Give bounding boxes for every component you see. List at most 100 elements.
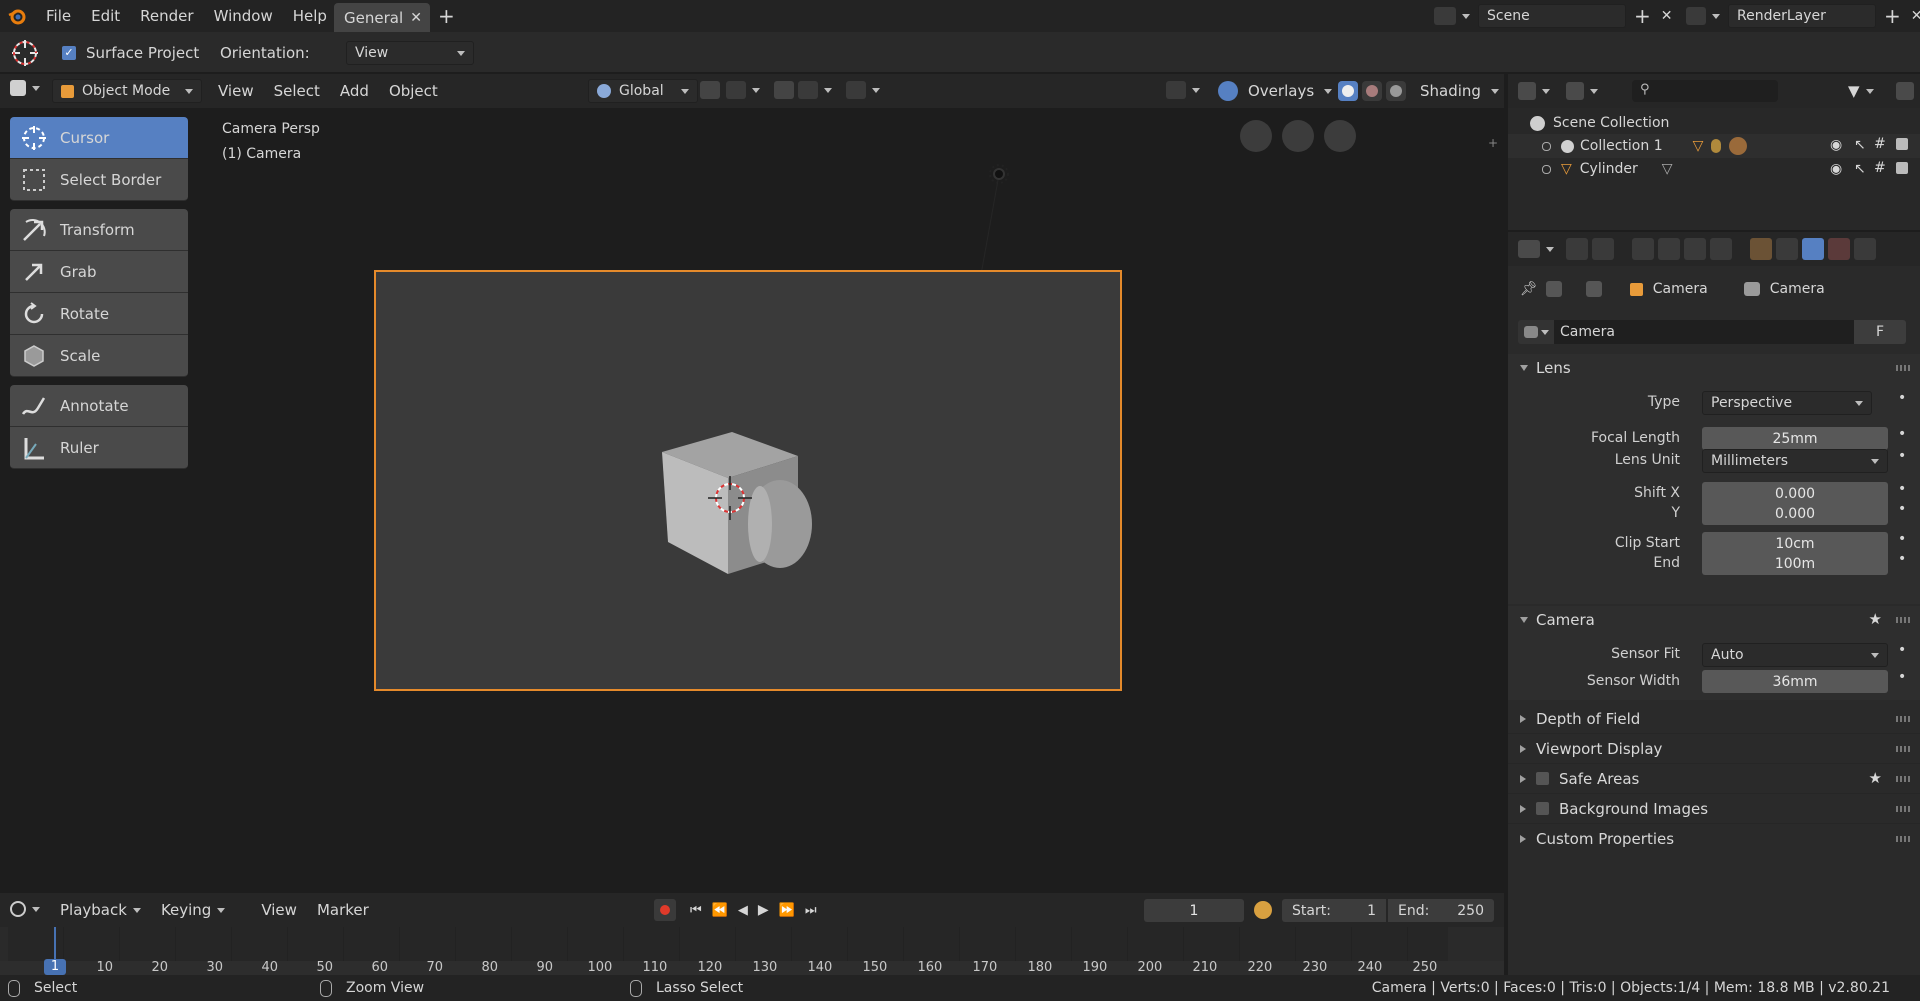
jump-keyframe-back-icon[interactable]: ⏪ [712, 903, 728, 918]
tool-select-border[interactable]: Select Border [10, 159, 188, 201]
camera-browse-dropdown[interactable] [1518, 320, 1554, 344]
tool-grab[interactable]: Grab [10, 251, 188, 293]
menu-timeline-view[interactable]: View [251, 901, 307, 919]
keyframe-dot-icon[interactable]: • [1898, 642, 1906, 658]
renderlayer-selector[interactable]: RenderLayer + ✕ [1686, 4, 1920, 28]
surface-project-checkbox[interactable]: ✓ [62, 46, 76, 60]
timeline-editor-type[interactable] [10, 901, 40, 917]
keyframe-dot-icon[interactable]: • [1898, 448, 1906, 464]
timeline-area[interactable]: 1 10 20 30 40 50 60 70 80 90 100 110 120 130 140 150 16… [0, 927, 1504, 975]
clip-end-field[interactable]: 100m [1702, 552, 1888, 575]
depth-of-field-panel[interactable]: Depth of Field [1508, 704, 1920, 734]
drag-handle-icon[interactable] [1896, 836, 1910, 842]
camera-data-tab-icon[interactable] [1802, 238, 1824, 260]
type-dropdown[interactable]: Perspective [1702, 391, 1872, 415]
tool-tab-icon[interactable] [1566, 238, 1588, 260]
render-tab-icon[interactable] [1592, 238, 1614, 260]
tool-ruler[interactable]: Ruler [10, 427, 188, 469]
tool-scale[interactable]: Scale [10, 335, 188, 377]
safe-areas-panel[interactable]: Safe Areas ★ [1508, 764, 1920, 794]
disable-viewport-icon[interactable]: # [1874, 160, 1886, 176]
outliner-row-scene-collection[interactable]: Scene Collection [1530, 112, 1669, 134]
solid-shading-icon[interactable] [1338, 81, 1358, 101]
custom-properties-panel[interactable]: Custom Properties [1508, 824, 1920, 853]
overlays-dropdown[interactable]: Overlays [1218, 79, 1333, 103]
add-workspace-icon[interactable]: + [438, 6, 455, 26]
physics-tab-icon[interactable] [1854, 238, 1876, 260]
jump-keyframe-forward-icon[interactable]: ⏩ [779, 903, 795, 918]
selectable-arrow-icon[interactable]: ↖ [1854, 137, 1866, 153]
menu-edit[interactable]: Edit [81, 7, 130, 25]
expand-icon[interactable] [1542, 141, 1551, 151]
new-scene-icon[interactable]: + [1634, 4, 1651, 28]
expand-icon[interactable] [1542, 164, 1551, 174]
datablock-name-field[interactable]: Camera [1554, 320, 1854, 344]
transform-orientation-dropdown[interactable]: Global [588, 79, 698, 103]
tool-transform[interactable]: Transform [10, 209, 188, 251]
renderlayer-icon[interactable] [1686, 7, 1706, 25]
preview-range-icon[interactable] [1254, 901, 1272, 919]
material-shading-icon[interactable] [1362, 81, 1382, 101]
world-tab-icon[interactable] [1710, 238, 1732, 260]
record-icon[interactable] [654, 899, 676, 921]
background-images-panel[interactable]: Background Images [1508, 794, 1920, 824]
camera-object[interactable] [660, 430, 830, 584]
keyframe-dot-icon[interactable]: • [1898, 501, 1906, 517]
keyframe-dot-icon[interactable]: • [1898, 669, 1906, 685]
falloff-icon[interactable] [798, 81, 818, 99]
camera-view-icon[interactable] [1240, 120, 1272, 152]
menu-file[interactable]: File [36, 7, 81, 25]
filter-dropdown[interactable]: ▼ [1848, 82, 1874, 100]
object-tab-icon[interactable] [1750, 238, 1772, 260]
rendered-shading-icon[interactable] [1386, 81, 1406, 101]
scene-selector[interactable]: Scene + ✕ [1434, 4, 1673, 28]
drag-handle-icon[interactable] [1896, 806, 1910, 812]
tool-rotate[interactable]: Rotate [10, 293, 188, 335]
outliner-search-input[interactable]: ⚲ [1632, 80, 1778, 102]
selectable-arrow-icon[interactable]: ↖ [1854, 161, 1866, 177]
gizmo-toggle[interactable] [1166, 81, 1200, 99]
sensor-width-field[interactable]: 36mm [1702, 670, 1888, 693]
blender-logo-icon[interactable] [8, 7, 26, 25]
drag-handle-icon[interactable] [1896, 746, 1910, 752]
viewport-sidebar-toggle-icon[interactable]: + [1488, 136, 1498, 150]
fake-user-button[interactable]: F [1854, 320, 1906, 344]
close-tab-icon[interactable]: ✕ [410, 10, 422, 26]
pan-view-icon[interactable] [1282, 120, 1314, 152]
keyframe-dot-icon[interactable]: • [1898, 481, 1906, 497]
render-camera-icon[interactable] [1896, 138, 1908, 150]
drag-handle-icon[interactable] [1896, 365, 1910, 371]
viewport-display-panel[interactable]: Viewport Display [1508, 734, 1920, 764]
menu-add[interactable]: Add [330, 82, 379, 100]
pivot-icon[interactable] [700, 81, 720, 99]
play-reverse-icon[interactable]: ◀ [738, 903, 748, 918]
menu-view[interactable]: View [208, 82, 264, 100]
visibility-eye-icon[interactable]: ◉ [1830, 161, 1842, 177]
zoom-view-icon[interactable] [1324, 120, 1356, 152]
sensor-fit-dropdown[interactable]: Auto [1702, 643, 1888, 667]
play-icon[interactable]: ▶ [758, 902, 769, 918]
drag-handle-icon[interactable] [1896, 776, 1910, 782]
scene-field[interactable]: Scene [1478, 4, 1626, 28]
output-tab-icon[interactable] [1632, 238, 1654, 260]
new-collection-icon[interactable] [1896, 82, 1914, 100]
safe-areas-checkbox[interactable] [1536, 772, 1549, 785]
outliner-row-collection-1[interactable]: Collection 1 ▽ ◉ ↖ # [1508, 134, 1920, 158]
outliner-editor-type[interactable] [1518, 82, 1550, 100]
menu-window[interactable]: Window [204, 7, 283, 25]
pin-icon[interactable]: 📌︎ [1520, 281, 1538, 297]
focal-length-field[interactable]: 25mm [1702, 427, 1888, 450]
proportional-edit-icon[interactable] [774, 81, 794, 99]
jump-end-icon[interactable]: ⏭ [805, 903, 817, 918]
view-layer-tab-icon[interactable] [1658, 238, 1680, 260]
renderlayer-field[interactable]: RenderLayer [1728, 4, 1876, 28]
shift-y-field[interactable]: 0.000 [1702, 502, 1888, 525]
drag-handle-icon[interactable] [1896, 617, 1910, 623]
keyframe-dot-icon[interactable]: • [1898, 390, 1906, 406]
tool-annotate[interactable]: Annotate [10, 385, 188, 427]
playhead-line[interactable] [54, 927, 56, 961]
object-types-icon[interactable] [846, 81, 866, 99]
mode-dropdown[interactable]: Object Mode [52, 79, 202, 103]
menu-keying[interactable]: Keying [151, 901, 235, 919]
lens-panel-header[interactable]: Lens [1508, 354, 1920, 382]
